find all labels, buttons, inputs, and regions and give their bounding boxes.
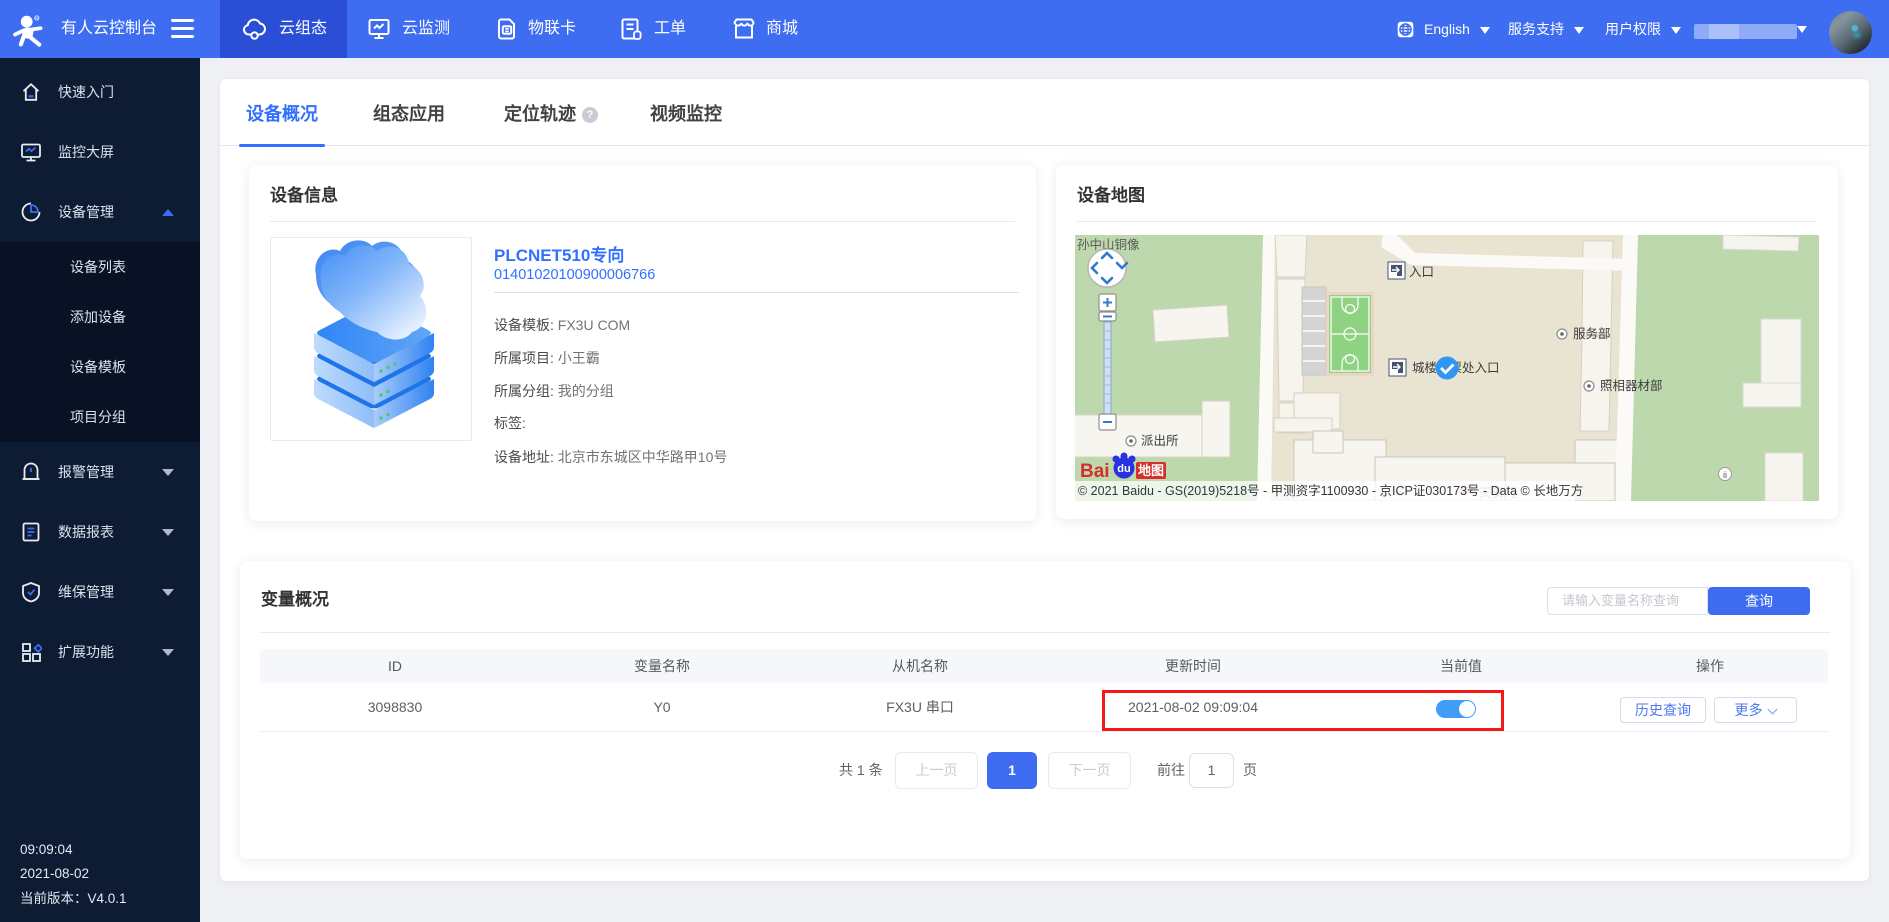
svg-text:服务部: 服务部 [1573,326,1611,341]
svg-text:派出所: 派出所 [1141,434,1179,448]
svg-text:照相器材部: 照相器材部 [1600,378,1663,393]
svg-text:Bai: Bai [1080,461,1110,482]
svg-text:ii: ii [1723,470,1727,480]
svg-text:入口: 入口 [1409,265,1434,279]
svg-text:du: du [1117,463,1130,475]
svg-text:地图: 地图 [1138,463,1164,478]
svg-text:© 2021 Baidu - GS(2019)5218号 -: © 2021 Baidu - GS(2019)5218号 - 甲测资字11009… [1078,483,1583,498]
